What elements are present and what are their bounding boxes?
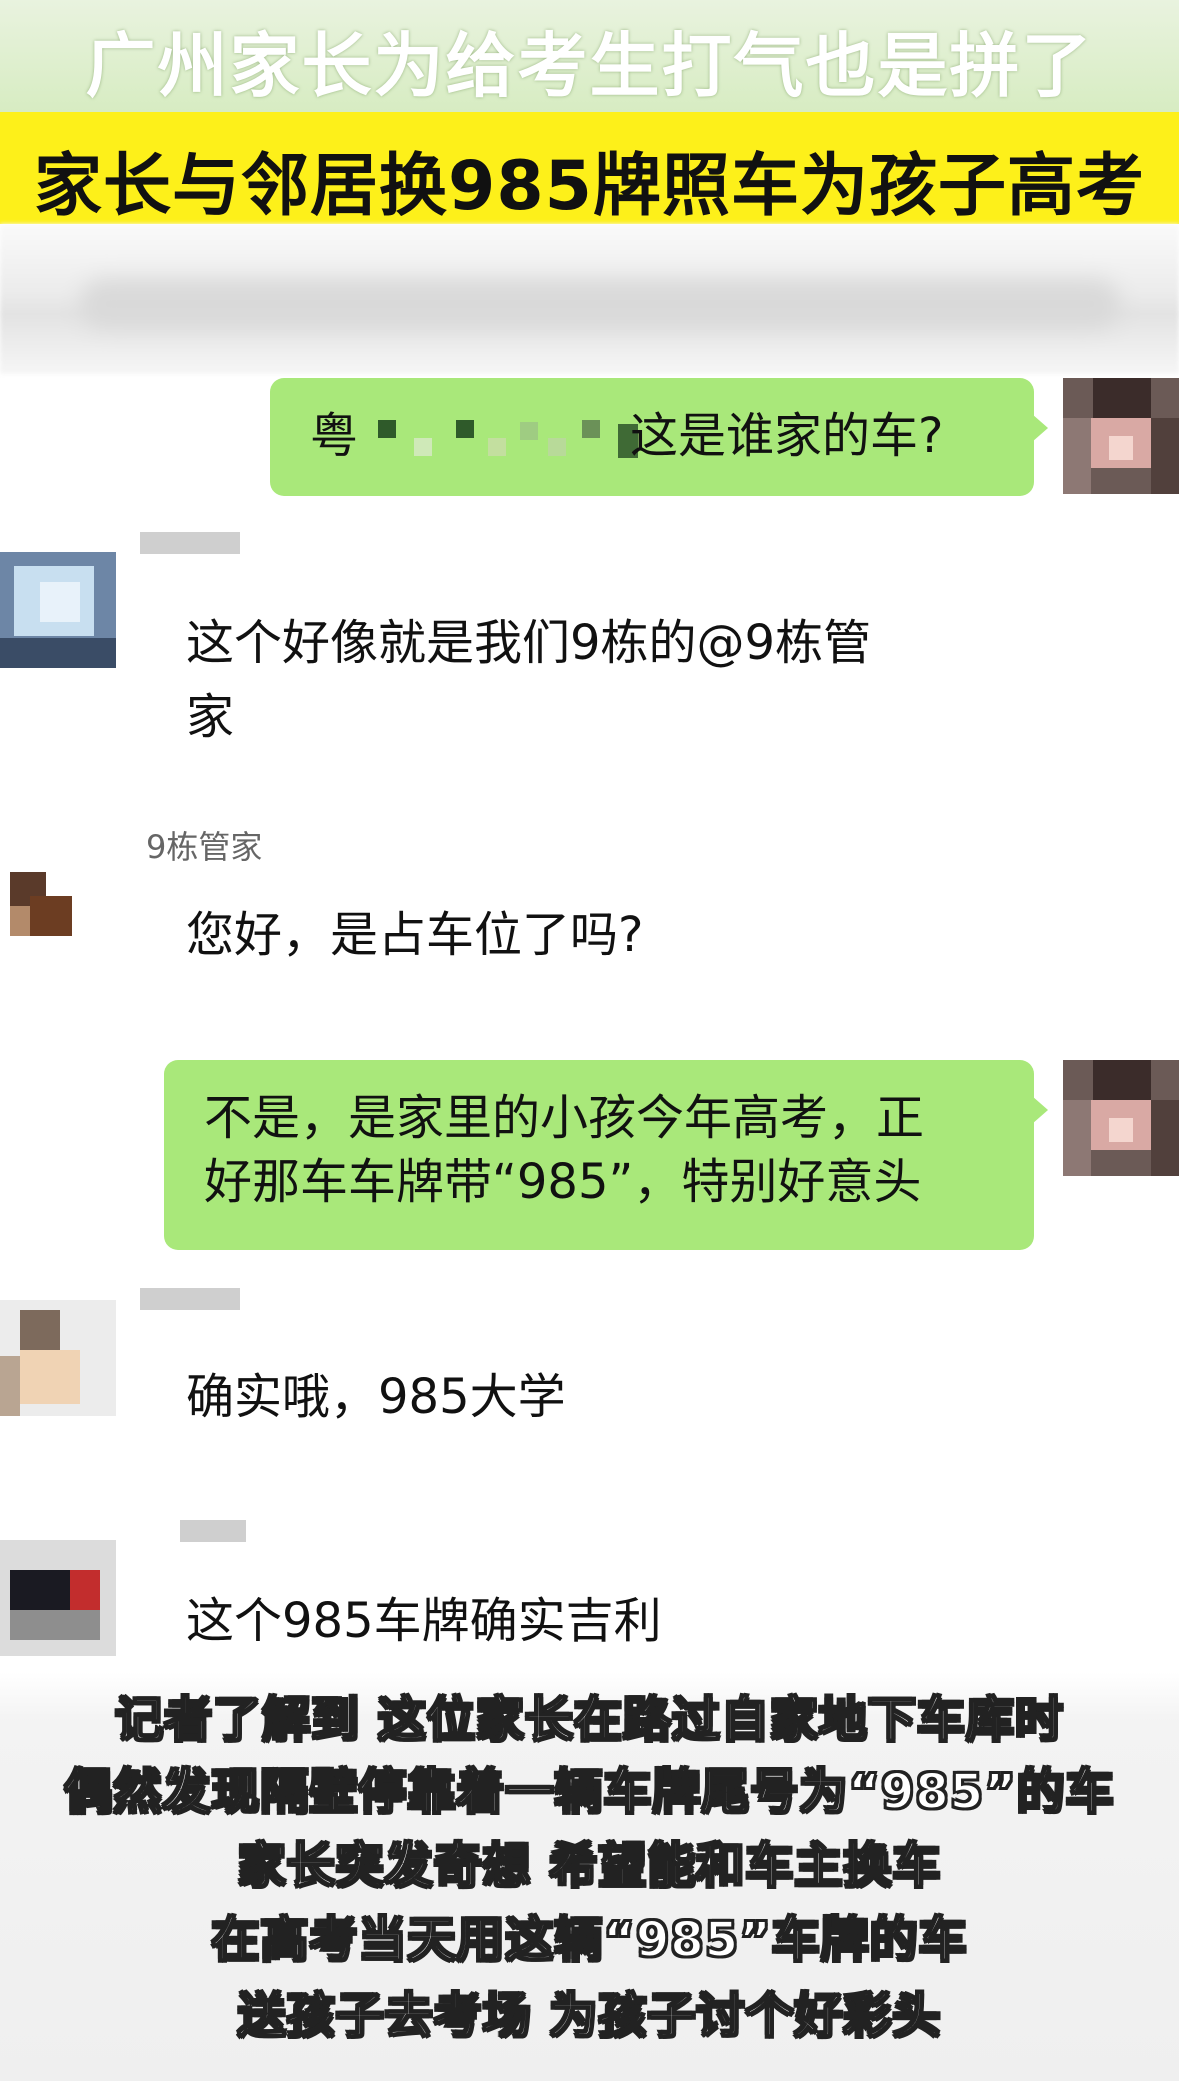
caption-line: 家长突发奇想 希望能和车主换车: [237, 1837, 942, 1895]
blurred-strip: [0, 224, 1179, 374]
top-title: 广州家长为给考生打气也是拼了: [85, 25, 1094, 107]
chat-bubble-outgoing[interactable]: 粤 这是谁家的车?: [270, 378, 1048, 496]
headline-banner: 家长与邻居换985牌照车为孩子高考应援: [0, 112, 1179, 325]
top-banner: 广州家长为给考生打气也是拼了: [0, 0, 1179, 112]
avatar-contact[interactable]: [0, 552, 116, 668]
plate-prefix: 粤: [310, 408, 359, 464]
message-text[interactable]: 这个好像就是我们9栋的@9栋管 家: [186, 606, 871, 754]
caption-line: 偶然发现隔壁停靠着一辆车牌尾号为“985”的车: [63, 1763, 1115, 1821]
chat-bubble-outgoing[interactable]: 不是，是家里的小孩今年高考，正 好那车车牌带“985”，特别好意头: [164, 1060, 1048, 1250]
nickname-blurred: [140, 532, 240, 554]
avatar-contact[interactable]: [0, 1540, 116, 1656]
avatar-contact[interactable]: [0, 872, 80, 942]
sender-nickname: 9栋管家: [146, 828, 263, 866]
avatar-self[interactable]: [1063, 378, 1179, 494]
avatar-contact[interactable]: [0, 1300, 116, 1416]
nickname-blurred: [180, 1520, 246, 1542]
message-text[interactable]: 这个985车牌确实吉利: [186, 1584, 662, 1658]
message-text[interactable]: 您好，是占车位了吗?: [186, 898, 643, 972]
caption-line: 记者了解到 这位家长在路过自家地下车库时: [114, 1691, 1064, 1749]
avatar-self[interactable]: [1063, 1060, 1179, 1176]
message-text: 这是谁家的车?: [630, 408, 944, 464]
nickname-blurred: [140, 1288, 240, 1310]
caption-line: 在高考当天用这辆“985”车牌的车: [210, 1911, 968, 1969]
message-text[interactable]: 确实哦，985大学: [186, 1360, 566, 1434]
caption-line: 送孩子去考场 为孩子讨个好彩头: [237, 1987, 942, 2045]
